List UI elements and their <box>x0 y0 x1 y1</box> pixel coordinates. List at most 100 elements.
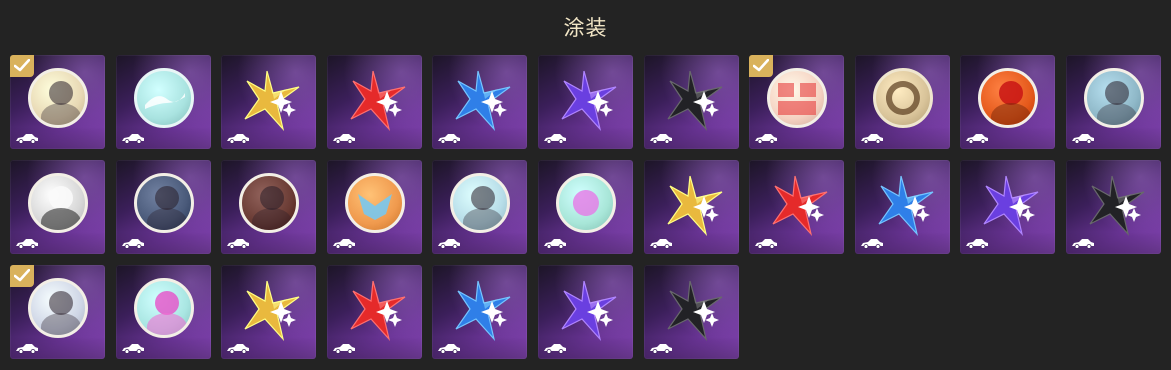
livery-tile[interactable] <box>643 160 739 254</box>
livery-tile[interactable] <box>10 55 105 149</box>
black-sparkle-icon <box>1089 175 1145 236</box>
ring-mark <box>885 81 920 115</box>
blue-sparkle-icon <box>878 175 934 236</box>
vehicle-icon <box>16 134 38 144</box>
vehicle-icon <box>438 239 461 249</box>
vehicle-icon <box>966 239 989 249</box>
vehicle-icon <box>966 134 989 144</box>
livery-tile[interactable] <box>326 265 422 359</box>
vehicle-icon <box>1071 134 1094 144</box>
vehicle-icon <box>649 344 672 354</box>
gold-sparkle-icon <box>244 70 300 131</box>
check-icon <box>10 55 34 77</box>
livery-tile[interactable] <box>854 55 950 149</box>
figure-head <box>49 291 73 315</box>
livery-tile[interactable] <box>537 55 633 149</box>
figure-body <box>146 208 187 230</box>
figure-body <box>991 103 1032 125</box>
figure-head <box>49 186 73 210</box>
black-sparkle-icon <box>667 280 722 341</box>
livery-grid <box>10 55 1161 359</box>
livery-tile[interactable] <box>854 160 950 254</box>
orb-mark <box>572 190 599 216</box>
vehicle-icon <box>543 239 566 249</box>
figure-head <box>1104 81 1129 105</box>
figure-head <box>999 81 1024 105</box>
portrait-emblem <box>239 173 300 233</box>
figure-head <box>260 186 285 210</box>
mask-emblem <box>28 173 88 233</box>
figure-body <box>252 208 293 230</box>
livery-tile[interactable] <box>221 265 317 359</box>
figure-body <box>41 313 81 335</box>
livery-tile[interactable] <box>643 265 739 359</box>
wing-mark <box>357 194 392 220</box>
vehicle-icon <box>649 134 672 144</box>
vehicle-icon <box>121 239 144 249</box>
black-sparkle-icon <box>667 70 722 131</box>
figure-body <box>146 313 187 335</box>
figure-body <box>41 103 81 125</box>
livery-tile[interactable] <box>115 265 211 359</box>
livery-tile[interactable] <box>749 55 845 149</box>
violet-sparkle-icon <box>561 280 617 341</box>
vehicle-icon <box>543 134 566 144</box>
vehicle-icon <box>1071 239 1094 249</box>
page-title: 涂装 <box>563 16 608 40</box>
vehicle-icon <box>16 344 38 354</box>
livery-tile[interactable] <box>432 55 528 149</box>
livery-tile[interactable] <box>1065 55 1161 149</box>
vehicle-icon <box>332 134 355 144</box>
vehicle-icon <box>860 134 883 144</box>
livery-tile[interactable] <box>643 55 739 149</box>
vehicle-icon <box>543 344 566 354</box>
comic-mark <box>778 83 817 115</box>
portrait-emblem <box>450 173 511 233</box>
livery-tile[interactable] <box>221 160 317 254</box>
vehicle-icon <box>16 239 38 249</box>
figure-head <box>49 81 73 105</box>
portrait-emblem <box>28 278 88 338</box>
portrait-emblem <box>1083 68 1144 128</box>
figure-body <box>41 208 81 230</box>
vehicle-icon <box>332 239 355 249</box>
livery-tile[interactable] <box>432 265 528 359</box>
cat-emblem <box>133 278 194 338</box>
red-sparkle-icon <box>772 175 828 236</box>
livery-tile[interactable] <box>1065 160 1161 254</box>
vehicle-icon <box>755 134 778 144</box>
livery-tile[interactable] <box>960 55 1056 149</box>
livery-tile[interactable] <box>326 160 422 254</box>
vehicle-icon <box>438 134 461 144</box>
red-sparkle-icon <box>350 280 406 341</box>
figure-body <box>1096 103 1137 125</box>
red-sparkle-icon <box>350 70 406 131</box>
vehicle-icon <box>121 344 144 354</box>
livery-tile[interactable] <box>115 160 211 254</box>
vehicle-icon <box>227 239 250 249</box>
livery-tile[interactable] <box>10 265 105 359</box>
vehicle-icon <box>860 239 883 249</box>
gold-sparkle-icon <box>667 175 722 236</box>
livery-tile[interactable] <box>221 55 317 149</box>
blue-sparkle-icon <box>455 70 511 131</box>
livery-tile[interactable] <box>537 265 633 359</box>
vehicle-icon <box>649 239 672 249</box>
livery-tile[interactable] <box>10 160 105 254</box>
comic-emblem <box>767 68 828 128</box>
vehicle-icon <box>121 134 144 144</box>
vehicle-icon <box>332 344 355 354</box>
wing-emblem <box>344 173 405 233</box>
vehicle-icon <box>227 134 250 144</box>
livery-tile[interactable] <box>537 160 633 254</box>
livery-tile[interactable] <box>115 55 211 149</box>
bird-emblem <box>978 68 1039 128</box>
livery-tile[interactable] <box>432 160 528 254</box>
figure-head <box>154 186 179 210</box>
ring-emblem <box>872 68 933 128</box>
livery-tile[interactable] <box>960 160 1056 254</box>
livery-tile[interactable] <box>326 55 422 149</box>
livery-tile[interactable] <box>749 160 845 254</box>
portrait-emblem <box>28 68 88 128</box>
vehicle-icon <box>755 239 778 249</box>
